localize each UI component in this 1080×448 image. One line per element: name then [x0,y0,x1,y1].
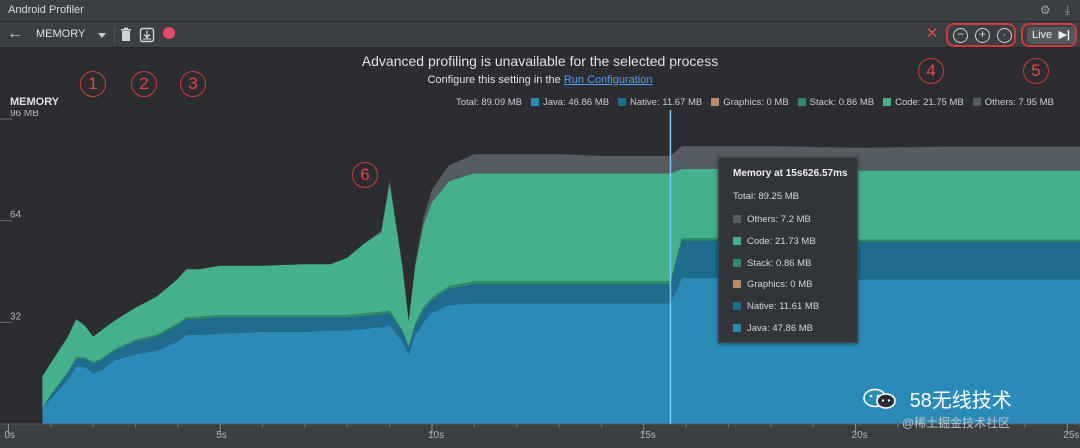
tooltip-total: Total: 89.25 MB [733,191,800,202]
x-tick-label: 15s [640,430,656,441]
tooltip-row-text: Native: 11.61 MB [747,301,820,312]
callout-6: 6 [352,162,378,188]
tooltip-title: Memory at 15s626.57ms [733,168,848,179]
legend-total: Total: 89.09 MB [456,97,522,108]
legend-swatch [883,98,892,106]
y-tick-label: 64 [10,210,22,221]
tooltip-swatch [733,324,741,332]
x-tick-label: 20s [852,430,868,441]
stage-title: MEMORY [10,96,60,108]
legend-native-text: Native: 11.67 MB [630,97,703,108]
tooltip-row-text: Java: 47.86 MB [747,323,814,334]
legend-java: Java: 46.86 MB [531,97,609,108]
profiler-toolbar: ← MEMORY [0,22,1080,48]
jump-to-live-icon: ▶| [1058,29,1070,41]
live-label: Live [1032,29,1053,41]
window-title: Android Profiler [8,4,84,16]
tooltip-swatch [733,259,741,267]
banner-sub-prefix: Configure this setting in the [427,74,561,86]
back-arrow-icon[interactable]: ← [6,25,24,43]
legend-swatch [711,98,720,106]
tooltip-row-stack: Stack: 0.86 MB [733,258,811,269]
stop-profiling-icon[interactable]: ✕ [926,26,939,42]
legend-stack: Stack: 0.86 MB [797,97,875,108]
record-allocations-button[interactable] [163,27,175,39]
watermark: 58无线技术 [862,384,1012,413]
callout-5: 5 [1023,58,1049,84]
legend-code: Code: 21.75 MB [883,97,964,108]
tooltip-row-code: Code: 21.73 MB [733,236,816,247]
run-configuration-link[interactable]: Run Configuration [564,74,653,86]
watermark-sub: @稀土掘金技术社区 [902,416,1011,430]
zoom-in-icon[interactable]: + [975,28,990,43]
x-tick-label: 0s [4,430,15,441]
tooltip-row-text: Graphics: 0 MB [747,279,813,290]
tooltip-swatch [733,280,741,288]
legend-stack-text: Stack: 0.86 MB [809,97,875,108]
live-button[interactable]: Live ▶| [1027,27,1075,44]
callout-3: 3 [180,71,206,97]
legend-others: Others: 7.95 MB [972,97,1054,108]
memory-tooltip: Memory at 15s626.57ms Total: 89.25 MB Ot… [718,157,858,343]
chevron-down-icon [98,33,106,38]
x-tick-label: 5s [216,430,227,441]
zoom-out-icon[interactable]: − [953,28,968,43]
tooltip-row-graphics: Graphics: 0 MB [733,279,812,290]
heap-dump-icon[interactable] [138,26,156,44]
watermark-text: 58无线技术 [909,390,1012,412]
y-tick-label: 32 [10,311,22,322]
tooltip-row-text: Others: 7.2 MB [747,214,811,225]
tooltip-swatch [733,215,741,223]
callout-2: 2 [131,71,157,97]
live-controls-highlight: Live ▶| [1021,23,1077,47]
legend-code-text: Code: 21.75 MB [895,97,964,108]
legend-others-text: Others: 7.95 MB [984,97,1054,108]
title-bar: Android Profiler ⚙ ⤓ [0,0,1080,22]
hide-icon[interactable]: ⤓ [1065,3,1070,18]
legend-swatch [797,98,806,106]
legend-swatch [972,98,981,106]
wechat-logo-icon [863,388,896,409]
memory-legend: Total: 89.09 MB Java: 46.86 MB Native: 1… [456,97,1054,108]
legend-native: Native: 11.67 MB [618,97,702,108]
trash-icon[interactable] [117,26,135,44]
zoom-controls-highlight: − + · [946,23,1016,47]
profiler-type-value: MEMORY [36,28,86,40]
legend-graphics-text: Graphics: 0 MB [723,97,789,108]
x-tick-label: 10s [428,430,444,441]
callout-4: 4 [918,58,944,84]
tooltip-row-java: Java: 47.86 MB [733,323,813,334]
callout-1: 1 [80,71,106,97]
legend-swatch [531,98,540,106]
tooltip-swatch [733,302,741,310]
y-tick-label: 96 MB [10,110,39,119]
legend-java-text: Java: 46.86 MB [543,97,610,108]
gear-icon[interactable]: ⚙ [1040,3,1051,18]
tooltip-row-native: Native: 11.61 MB [733,301,819,312]
legend-swatch [618,98,627,106]
tooltip-row-others: Others: 7.2 MB [733,214,811,225]
reset-zoom-icon[interactable]: · [997,28,1012,43]
tooltip-row-text: Stack: 0.86 MB [747,258,812,269]
legend-graphics: Graphics: 0 MB [711,97,789,108]
tooltip-row-text: Code: 21.73 MB [747,236,816,247]
x-tick-label: 25s [1063,430,1079,441]
tooltip-swatch [733,237,741,245]
title-bar-actions: ⚙ ⤓ [1040,3,1070,18]
toolbar-divider [114,27,115,43]
profiler-type-dropdown[interactable]: MEMORY [28,25,110,45]
legend-total-text: Total: 89.09 MB [456,97,523,108]
